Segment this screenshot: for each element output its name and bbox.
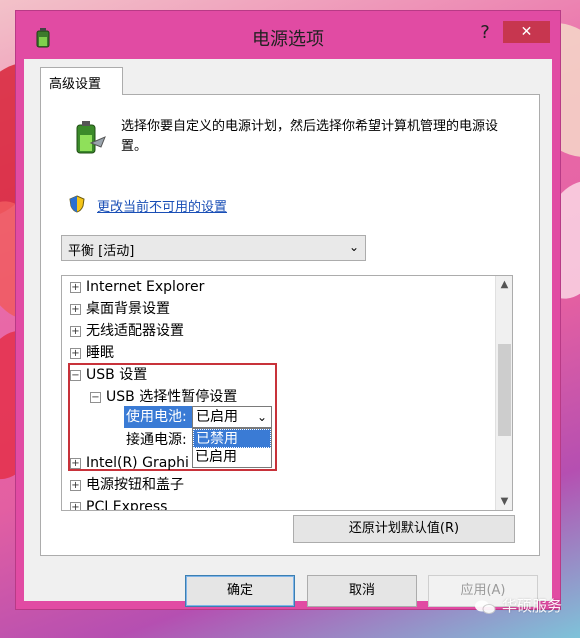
restore-plan-defaults-button[interactable]: 还原计划默认值(R) <box>293 515 515 543</box>
cancel-button[interactable]: 取消 <box>307 575 417 607</box>
advanced-settings-panel: 选择你要自定义的电源计划，然后选择你希望计算机管理的电源设置。 更改当前不可用的… <box>40 94 540 556</box>
tree-item-label: PCI Express <box>86 499 168 511</box>
tree-item-sleep[interactable]: + 睡眠 <box>70 343 114 363</box>
option-disabled[interactable]: 已禁用 <box>193 429 271 448</box>
collapse-icon[interactable]: − <box>90 391 101 403</box>
settings-tree[interactable]: + Internet Explorer + 桌面背景设置 + 无线适配器设置 + 睡眠 … <box>61 275 513 511</box>
watermark: 华硕服务 <box>474 595 562 616</box>
intro-text: 选择你要自定义的电源计划，然后选择你希望计算机管理的电源设置。 <box>121 119 499 154</box>
power-plan-value: 平衡 [活动] <box>68 244 135 259</box>
scroll-down-icon[interactable]: ▼ <box>496 493 512 510</box>
expand-icon[interactable]: + <box>70 347 81 359</box>
power-plan-select[interactable]: 平衡 [活动] ⌄ <box>61 235 366 261</box>
title-bar[interactable]: 电源选项 ? ✕ <box>16 11 560 59</box>
tree-scrollbar[interactable]: ▲ ▼ <box>495 276 512 510</box>
tree-item-label: 桌面背景设置 <box>86 301 170 317</box>
expand-icon[interactable]: + <box>70 325 81 337</box>
watermark-text: 华硕服务 <box>501 597 562 615</box>
expand-icon[interactable]: + <box>70 281 81 293</box>
chevron-down-icon: ⌄ <box>348 240 359 254</box>
collapse-icon[interactable]: − <box>70 369 81 381</box>
tree-item-intel-graphics[interactable]: + Intel(R) Graphi <box>70 453 189 473</box>
wechat-icon <box>474 600 496 614</box>
on-battery-dropdown[interactable]: 已启用 ⌄ <box>192 406 272 428</box>
dialog-client-area: 高级设置 选择你要自定义的电源计划，然后选择你希望计算机管理的电源设置。 更改当… <box>24 59 552 607</box>
option-enabled[interactable]: 已启用 <box>193 448 271 467</box>
on-battery-label[interactable]: 使用电池: <box>124 406 192 428</box>
expand-icon[interactable]: + <box>70 479 81 491</box>
tab-advanced-settings[interactable]: 高级设置 <box>40 67 123 95</box>
chevron-down-icon: ⌄ <box>256 410 267 424</box>
scroll-up-icon[interactable]: ▲ <box>496 276 512 293</box>
uac-shield-icon <box>69 195 85 213</box>
tree-item-desktop-background[interactable]: + 桌面背景设置 <box>70 299 170 319</box>
plugged-in-label[interactable]: 接通电源: <box>124 429 187 451</box>
expand-icon[interactable]: + <box>70 303 81 315</box>
tree-item-label: Internet Explorer <box>86 279 205 295</box>
tree-item-wireless-adapter[interactable]: + 无线适配器设置 <box>70 321 184 341</box>
expand-icon[interactable]: + <box>70 501 81 510</box>
tree-item-label: 电源按钮和盖子 <box>86 477 184 493</box>
tree-item-label: USB 设置 <box>86 367 148 383</box>
tree-item-label: USB 选择性暂停设置 <box>106 389 238 405</box>
dropdown-options-list[interactable]: 已禁用 已启用 <box>192 428 272 468</box>
scrollbar-thumb[interactable] <box>498 344 511 436</box>
change-unavailable-settings-link[interactable]: 更改当前不可用的设置 <box>97 196 227 215</box>
tree-item-internet-explorer[interactable]: + Internet Explorer <box>70 277 204 297</box>
battery-plan-icon <box>76 121 106 154</box>
help-button[interactable]: ? <box>472 21 498 45</box>
expand-icon[interactable]: + <box>70 457 81 469</box>
power-options-window: 电源选项 ? ✕ 高级设置 选择你要自定义的电源计划，然后选择你希望计算机管理的… <box>15 10 561 610</box>
tree-item-label: 无线适配器设置 <box>86 323 184 339</box>
ok-button[interactable]: 确定 <box>185 575 295 607</box>
on-battery-value: 已启用 <box>196 409 238 425</box>
tree-item-power-buttons-lid[interactable]: + 电源按钮和盖子 <box>70 475 184 495</box>
tree-item-usb-settings[interactable]: − USB 设置 <box>70 365 147 385</box>
close-button[interactable]: ✕ <box>503 21 550 43</box>
tree-item-pci-express[interactable]: + PCI Express <box>70 497 168 511</box>
tree-item-usb-selective-suspend[interactable]: − USB 选择性暂停设置 <box>90 387 237 407</box>
tree-item-label: Intel(R) Graphi <box>86 455 189 471</box>
tree-item-label: 睡眠 <box>86 345 114 361</box>
